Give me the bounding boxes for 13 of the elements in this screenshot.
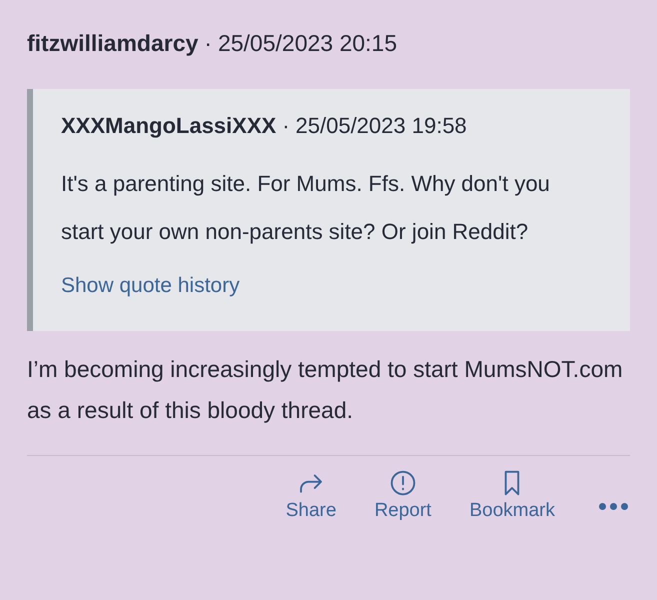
quote-author[interactable]: XXXMangoLassiXXX [61, 108, 276, 142]
separator-dot: · [282, 112, 290, 140]
post-body: I’m becoming increasingly tempted to start MumsNOT.com as a result of this bloody thread. [27, 355, 624, 425]
post-author[interactable]: fitzwilliamdarcy [27, 26, 198, 60]
quote-text: It's a parenting site. For Mums. Ffs. Why don't you start your own non-parents site? Or join Reddit? [61, 170, 551, 246]
quote-timestamp: 25/05/2023 19:58 [296, 112, 467, 140]
show-quote-history-link[interactable]: Show quote history [61, 270, 240, 301]
bookmark-button[interactable]: Bookmark [469, 468, 555, 522]
more-options-icon[interactable] [599, 503, 628, 510]
report-button[interactable]: Report [374, 468, 432, 522]
separator-dot: · [204, 29, 212, 58]
post-timestamp: 25/05/2023 20:15 [218, 29, 398, 58]
share-button[interactable]: Share [286, 468, 336, 522]
